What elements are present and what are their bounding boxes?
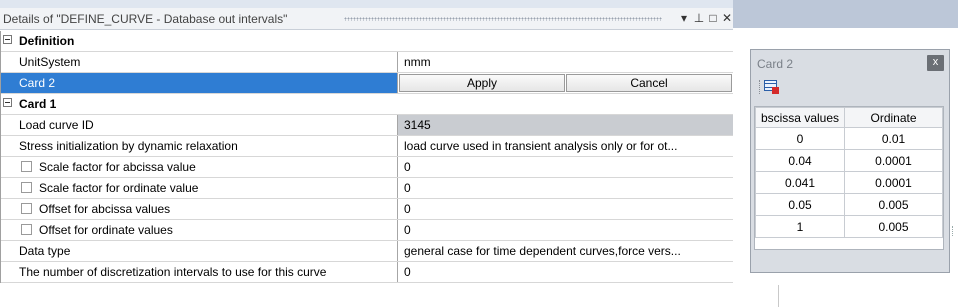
curve-points-table: bscissa values Ordinate 0 0.01 0.04 0.00…	[754, 106, 944, 250]
property-row-offset-ordinate[interactable]: Offset for ordinate values 0	[1, 220, 733, 241]
details-panel: Details of "DEFINE_CURVE - Database out …	[0, 0, 733, 307]
background-divider	[778, 285, 779, 307]
property-label: Offset for ordinate values	[39, 223, 173, 237]
background-header-strip	[733, 0, 958, 28]
titlebar-grip	[344, 17, 662, 21]
property-label: Card 2	[19, 76, 56, 90]
parameter-checkbox[interactable]	[21, 224, 32, 235]
property-row-scale-ordinate[interactable]: Scale factor for ordinate value 0	[1, 178, 733, 199]
table-cell[interactable]: 0.05	[755, 193, 845, 216]
table-cell[interactable]: 1	[755, 215, 845, 238]
property-label: Scale factor for ordinate value	[39, 181, 199, 195]
close-icon[interactable]: ✕	[720, 11, 734, 25]
table-cell[interactable]: 0.0001	[844, 149, 943, 172]
property-row-load-curve-id[interactable]: Load curve ID 3145	[1, 115, 733, 136]
table-row[interactable]: 0 0.01	[755, 127, 943, 150]
property-label: Stress initialization by dynamic relaxat…	[19, 139, 238, 153]
property-value[interactable]: nmm	[404, 55, 431, 69]
property-label: UnitSystem	[19, 55, 81, 69]
table-row[interactable]: 0.04 0.0001	[755, 149, 943, 172]
table-row[interactable]: 0.041 0.0001	[755, 171, 943, 194]
details-titlebar[interactable]: Details of "DEFINE_CURVE - Database out …	[0, 8, 733, 30]
collapse-icon[interactable]	[3, 98, 12, 107]
table-header-row: bscissa values Ordinate	[755, 107, 943, 128]
property-row-stress-init[interactable]: Stress initialization by dynamic relaxat…	[1, 136, 733, 157]
category-card1: Card 1	[1, 94, 733, 115]
cancel-button[interactable]: Cancel	[566, 74, 732, 92]
property-row-data-type[interactable]: Data type general case for time dependen…	[1, 241, 733, 262]
panel-top-strip	[0, 0, 733, 8]
card2-toolbar	[757, 78, 947, 98]
property-value[interactable]: general case for time dependent curves,f…	[404, 244, 681, 258]
column-header-ordinate[interactable]: Ordinate	[844, 107, 943, 128]
property-value[interactable]: 0	[404, 223, 411, 237]
property-label: Load curve ID	[19, 118, 94, 132]
dropdown-arrow-icon[interactable]: ▾	[677, 11, 691, 25]
parameter-checkbox[interactable]	[21, 203, 32, 214]
property-value[interactable]: 0	[404, 202, 411, 216]
pin-icon[interactable]: ⊥	[692, 11, 706, 25]
property-row-card2[interactable]: Card 2 Apply Cancel	[1, 73, 733, 94]
property-label: The number of discretization intervals t…	[19, 265, 327, 279]
delete-row-icon[interactable]	[764, 80, 780, 94]
property-value[interactable]: 0	[404, 181, 411, 195]
table-cell[interactable]: 0.0001	[844, 171, 943, 194]
property-value[interactable]: 0	[404, 265, 411, 279]
category-label: Definition	[19, 34, 75, 48]
column-header-abscissa[interactable]: bscissa values	[755, 107, 845, 128]
close-icon[interactable]: x	[927, 55, 944, 71]
card2-window-title: Card 2	[757, 57, 794, 71]
property-value: 3145	[404, 118, 431, 132]
property-row-unitsystem[interactable]: UnitSystem nmm	[1, 52, 733, 73]
property-row-scale-abcissa[interactable]: Scale factor for abcissa value 0	[1, 157, 733, 178]
table-cell[interactable]: 0.041	[755, 171, 845, 194]
property-row-offset-abcissa[interactable]: Offset for abcissa values 0	[1, 199, 733, 220]
toolbar-separator	[759, 80, 761, 94]
apply-button[interactable]: Apply	[399, 74, 565, 92]
table-cell[interactable]: 0.01	[844, 127, 943, 150]
table-cell[interactable]: 0	[755, 127, 845, 150]
property-label: Offset for abcissa values	[39, 202, 171, 216]
card2-window[interactable]: Card 2 x bscissa values Ordinate 0 0.01 …	[750, 49, 950, 273]
property-label: Data type	[19, 244, 71, 258]
table-row[interactable]: 0.05 0.005	[755, 193, 943, 216]
collapse-icon[interactable]	[3, 35, 12, 44]
table-cell[interactable]: 0.04	[755, 149, 845, 172]
property-row-discretization[interactable]: The number of discretization intervals t…	[1, 262, 733, 283]
category-label: Card 1	[19, 97, 57, 111]
parameter-checkbox[interactable]	[21, 161, 32, 172]
category-definition: Definition	[1, 31, 733, 52]
table-cell[interactable]: 0.005	[844, 215, 943, 238]
maximize-icon[interactable]: □	[706, 11, 720, 25]
property-label: Scale factor for abcissa value	[39, 160, 196, 174]
property-value[interactable]: 0	[404, 160, 411, 174]
property-value[interactable]: load curve used in transient analysis on…	[404, 139, 677, 153]
background-grip	[952, 226, 958, 236]
table-cell[interactable]: 0.005	[844, 193, 943, 216]
table-row[interactable]: 1 0.005	[755, 215, 943, 238]
parameter-checkbox[interactable]	[21, 182, 32, 193]
details-title: Details of "DEFINE_CURVE - Database out …	[3, 12, 288, 26]
properties-grid: Definition UnitSystem nmm Card 2 Apply C…	[0, 31, 733, 283]
